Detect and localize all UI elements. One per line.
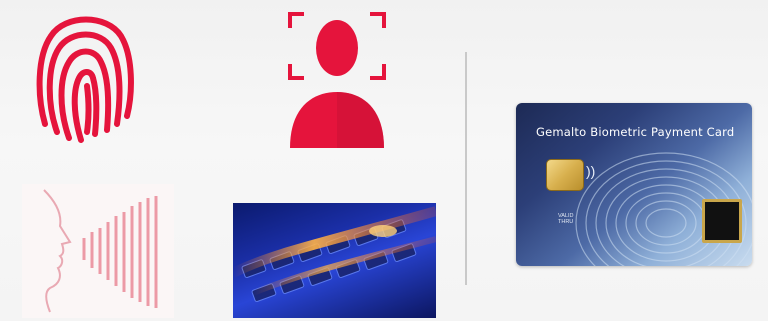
fingerprint-sensor-icon (702, 199, 742, 243)
face-recognition-icon (288, 12, 386, 152)
contactless-icon: )) (586, 163, 596, 179)
biometric-payment-card: Gemalto Biometric Payment Card )) VALID … (516, 103, 752, 266)
card-title: Gemalto Biometric Payment Card (536, 125, 735, 139)
vertical-divider (465, 52, 467, 285)
keyboard-photo (233, 203, 436, 318)
card-chip-icon (546, 159, 584, 191)
fingerprint-icon (33, 6, 139, 148)
card-valid-thru-label: VALID THRU (558, 213, 574, 225)
voice-recognition-icon (22, 184, 174, 318)
